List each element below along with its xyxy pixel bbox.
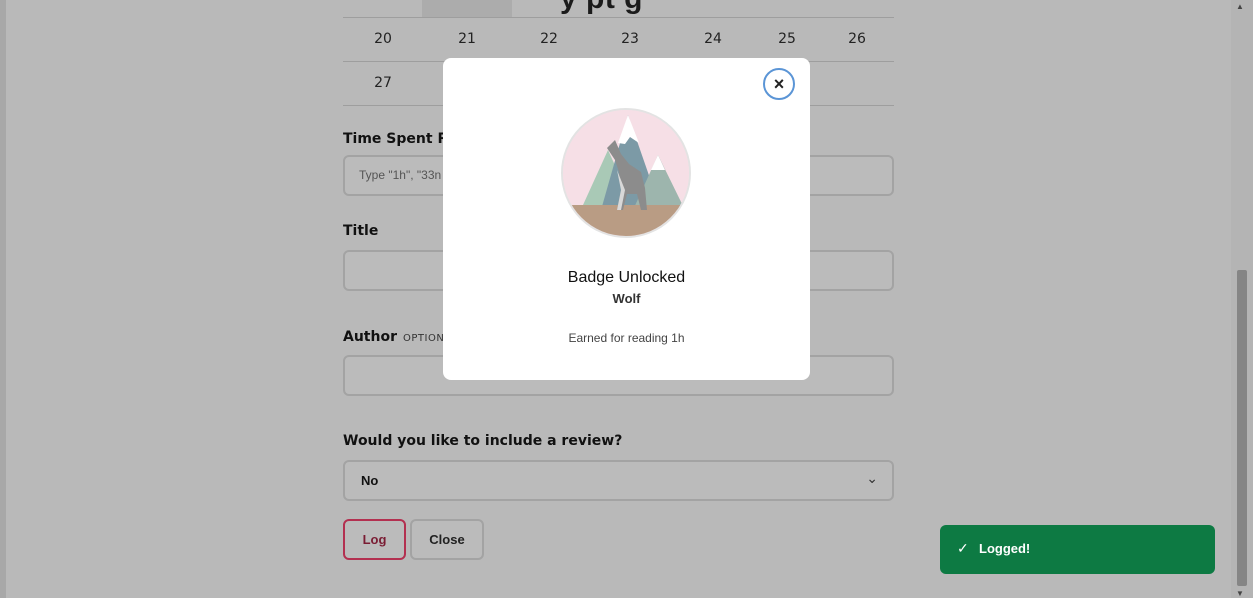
time-spent-label: Time Spent Re bbox=[343, 131, 458, 147]
review-label: Would you like to include a review? bbox=[343, 433, 623, 449]
close-form-button[interactable]: Close bbox=[410, 519, 484, 560]
log-button[interactable]: Log bbox=[343, 519, 406, 560]
review-select[interactable]: No ⌄ bbox=[343, 460, 894, 501]
time-spent-placeholder: Type "1h", "33n bbox=[359, 168, 442, 182]
scroll-up-icon[interactable]: ▲ bbox=[1236, 2, 1244, 11]
calendar-day[interactable]: 25 bbox=[767, 18, 807, 61]
calendar-day[interactable]: 20 bbox=[363, 18, 403, 61]
toast-message: Logged! bbox=[979, 541, 1031, 556]
author-label-wrap: Author OPTION/ bbox=[343, 329, 448, 345]
calendar-row-partial bbox=[343, 0, 894, 18]
success-toast[interactable]: ✓ Logged! bbox=[940, 525, 1215, 574]
left-edge bbox=[0, 0, 6, 598]
calendar-week-row: 20 21 22 23 24 25 26 bbox=[343, 18, 894, 62]
author-optional-tag: OPTION/ bbox=[402, 333, 449, 344]
calendar-day[interactable]: 26 bbox=[837, 18, 877, 61]
title-label: Title bbox=[343, 223, 379, 239]
calendar-highlight bbox=[422, 0, 512, 17]
scrollbar[interactable]: ▲ ▼ bbox=[1231, 0, 1253, 598]
modal-heading: Badge Unlocked bbox=[567, 269, 686, 286]
author-label: Author bbox=[343, 329, 397, 345]
scrollbar-thumb[interactable] bbox=[1237, 270, 1247, 586]
check-icon: ✓ bbox=[957, 540, 969, 556]
scroll-down-icon[interactable]: ▼ bbox=[1236, 589, 1244, 598]
calendar-day[interactable]: 24 bbox=[693, 18, 733, 61]
badge-name: Wolf bbox=[612, 291, 641, 306]
wolf-badge-image bbox=[561, 108, 691, 238]
calendar-day[interactable]: 23 bbox=[610, 18, 650, 61]
calendar-day[interactable]: 27 bbox=[363, 62, 403, 105]
wolf-badge-illustration bbox=[563, 110, 689, 236]
close-icon[interactable]: × bbox=[763, 68, 795, 100]
calendar-day[interactable]: 22 bbox=[529, 18, 569, 61]
review-select-value: No bbox=[361, 473, 379, 488]
badge-modal: × Badge Unlocked Wolf Earned for reading… bbox=[443, 58, 810, 380]
badge-earned-text: Earned for reading 1h bbox=[568, 331, 685, 345]
calendar-day[interactable]: 21 bbox=[447, 18, 487, 61]
chevron-down-icon: ⌄ bbox=[866, 470, 878, 486]
